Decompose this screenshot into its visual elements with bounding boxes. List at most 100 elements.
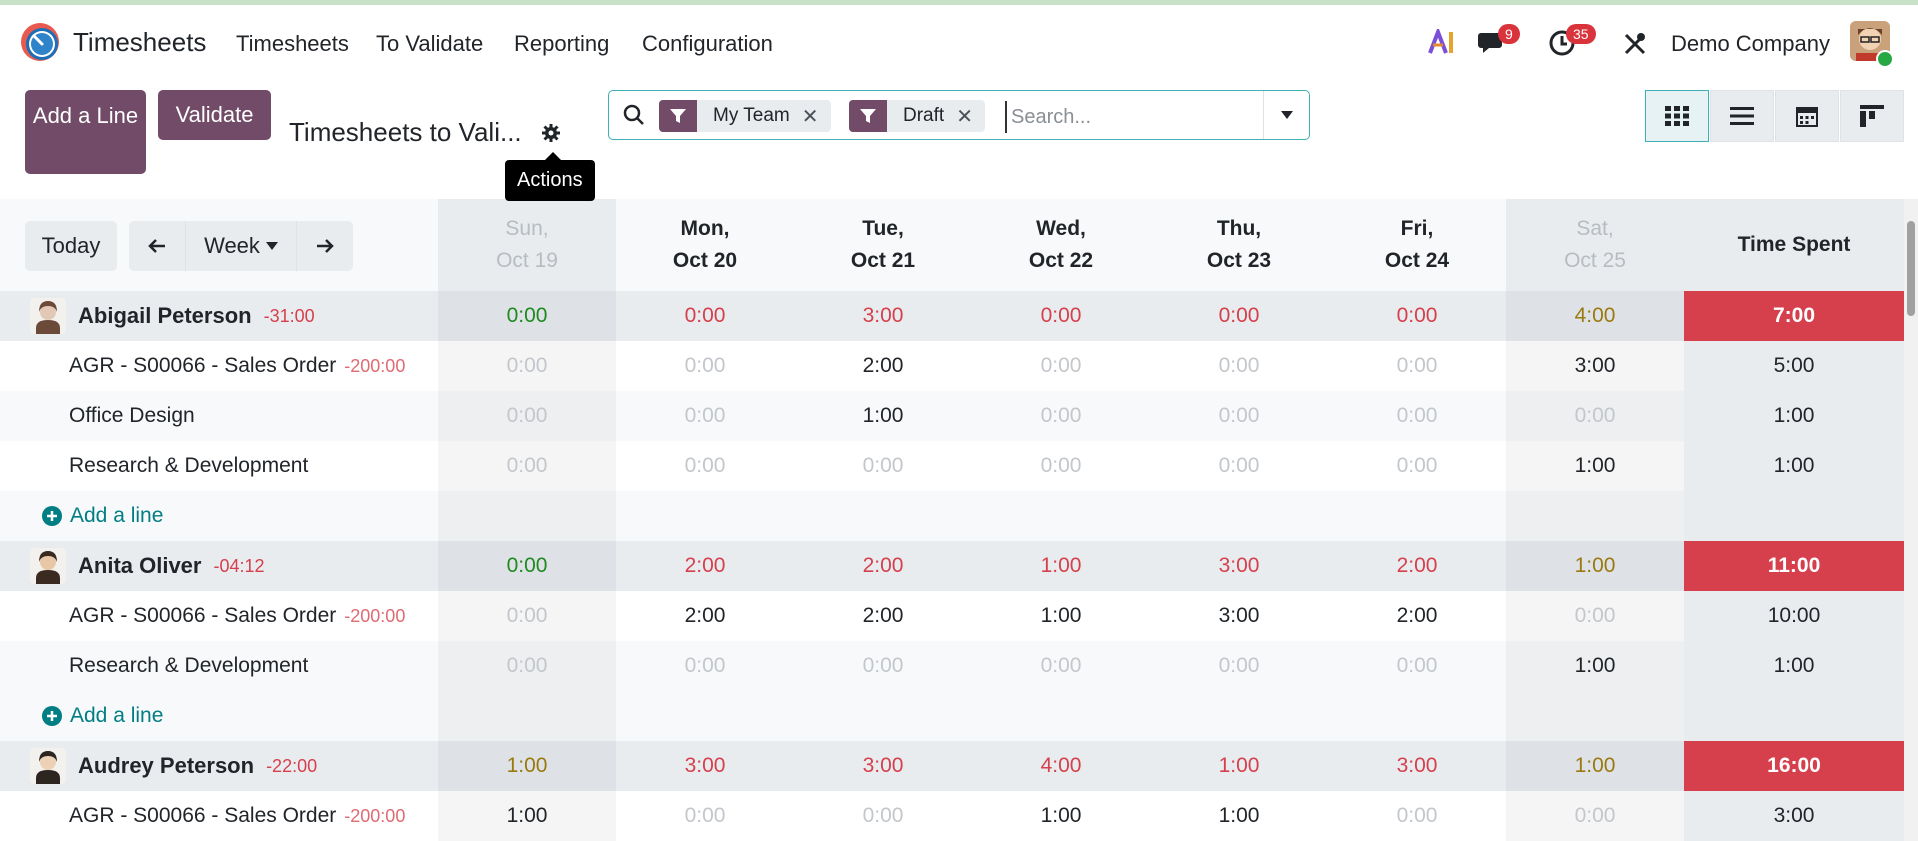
grid-cell[interactable]: 2:00 [616, 591, 794, 641]
grid-cell[interactable]: 0:00 [438, 591, 616, 641]
task-row[interactable]: Research & Development 0:00 0:00 0:00 0:00 0:… [0, 641, 1904, 691]
grid-cell[interactable]: 2:00 [1328, 541, 1506, 591]
grid-cell[interactable]: 1:00 [972, 541, 1150, 591]
grid-cell[interactable]: 0:00 [438, 441, 616, 491]
grid-cell[interactable]: 0:00 [438, 341, 616, 391]
grid-cell[interactable]: 3:00 [616, 741, 794, 791]
add-a-line-link[interactable]: Add a line [42, 504, 163, 528]
grid-cell[interactable]: 1:00 [438, 791, 616, 841]
search-input[interactable] [1005, 101, 1263, 133]
grid-cell[interactable]: 0:00 [616, 441, 794, 491]
grid-cell[interactable]: 0:00 [1150, 641, 1328, 691]
grid-cell[interactable]: 3:00 [1150, 541, 1328, 591]
task-row[interactable]: Office Design 0:00 0:00 1:00 0:00 0:00 0:00 0:0… [0, 391, 1904, 441]
task-row[interactable]: AGR - S00066 - Sales Order -200:00 0:00 0:0… [0, 341, 1904, 391]
grid-cell[interactable]: 0:00 [794, 641, 972, 691]
remove-facet-icon[interactable]: ✕ [956, 104, 985, 129]
menu-configuration[interactable]: Configuration [642, 31, 773, 57]
grid-cell[interactable]: 3:00 [1150, 591, 1328, 641]
tools-icon[interactable] [1622, 31, 1648, 57]
grid-cell[interactable]: 0:00 [1328, 791, 1506, 841]
grid-cell[interactable]: 0:00 [794, 441, 972, 491]
grid-cell[interactable]: 1:00 [1150, 741, 1328, 791]
grid-cell[interactable]: 1:00 [1506, 541, 1684, 591]
grid-cell[interactable]: 3:00 [794, 741, 972, 791]
gantt-view-button[interactable] [1840, 90, 1904, 142]
period-selector[interactable]: Week [185, 221, 297, 271]
app-title[interactable]: Timesheets [73, 27, 206, 58]
grid-cell[interactable]: 0:00 [616, 391, 794, 441]
company-switcher[interactable]: Demo Company [1671, 31, 1830, 57]
grid-cell[interactable]: 3:00 [1328, 741, 1506, 791]
timesheets-app-icon[interactable] [20, 22, 60, 62]
add-a-line-button[interactable]: Add a Line [25, 90, 146, 174]
grid-cell[interactable]: 0:00 [1150, 391, 1328, 441]
task-row[interactable]: Research & Development 0:00 0:00 0:00 0:00 0:… [0, 441, 1904, 491]
grid-cell[interactable]: 0:00 [1150, 341, 1328, 391]
employee-group-row[interactable]: Anita Oliver -04:12 0:00 2:00 2:00 1:00 3:00 2:… [0, 541, 1904, 591]
menu-reporting[interactable]: Reporting [514, 31, 609, 57]
grid-cell[interactable]: 1:00 [438, 741, 616, 791]
grid-cell[interactable]: 0:00 [972, 441, 1150, 491]
search-icon[interactable] [623, 104, 645, 126]
grid-cell[interactable]: 2:00 [616, 541, 794, 591]
grid-cell[interactable]: 0:00 [438, 391, 616, 441]
grid-cell[interactable]: 0:00 [794, 791, 972, 841]
grid-cell[interactable]: 0:00 [616, 791, 794, 841]
grid-cell[interactable]: 0:00 [972, 291, 1150, 341]
grid-cell[interactable]: 4:00 [972, 741, 1150, 791]
today-button[interactable]: Today [25, 221, 117, 271]
previous-arrow-icon[interactable] [129, 221, 185, 271]
grid-cell[interactable]: 0:00 [616, 291, 794, 341]
grid-cell[interactable]: 0:00 [1328, 641, 1506, 691]
grid-cell[interactable]: 3:00 [794, 291, 972, 341]
grid-cell[interactable]: 0:00 [1328, 391, 1506, 441]
grid-cell[interactable]: 2:00 [794, 341, 972, 391]
task-row[interactable]: AGR - S00066 - Sales Order -200:00 1:00 0:0… [0, 791, 1904, 841]
grid-cell[interactable]: 0:00 [1328, 341, 1506, 391]
grid-cell[interactable]: 0:00 [1506, 591, 1684, 641]
grid-view-button[interactable] [1645, 90, 1709, 142]
grid-cell[interactable]: 0:00 [1506, 391, 1684, 441]
grid-cell[interactable]: 1:00 [1506, 641, 1684, 691]
grid-cell[interactable]: 1:00 [1506, 741, 1684, 791]
grid-cell[interactable]: 0:00 [1150, 441, 1328, 491]
calendar-view-button[interactable] [1775, 90, 1839, 142]
scrollbar-thumb[interactable] [1907, 221, 1915, 316]
grid-cell[interactable]: 1:00 [794, 391, 972, 441]
grid-cell[interactable]: 2:00 [794, 541, 972, 591]
grid-cell[interactable]: 1:00 [972, 791, 1150, 841]
menu-timesheets[interactable]: Timesheets [236, 31, 349, 57]
employee-group-row[interactable]: Abigail Peterson -31:00 0:00 0:00 3:00 0:00 0:… [0, 291, 1904, 341]
vertical-scrollbar[interactable] [1904, 199, 1918, 841]
grid-cell[interactable]: 0:00 [972, 641, 1150, 691]
search-options-toggle[interactable] [1263, 91, 1309, 139]
grid-cell[interactable]: 0:00 [438, 291, 616, 341]
employee-group-row[interactable]: Audrey Peterson -22:00 1:00 3:00 3:00 4:00 1:0… [0, 741, 1904, 791]
grid-cell[interactable]: 0:00 [1506, 791, 1684, 841]
grid-cell[interactable]: 1:00 [972, 591, 1150, 641]
grid-cell[interactable]: 0:00 [1150, 291, 1328, 341]
grid-cell[interactable]: 1:00 [1506, 441, 1684, 491]
gear-icon[interactable] [541, 123, 561, 143]
grid-cell[interactable]: 0:00 [438, 641, 616, 691]
ai-icon[interactable] [1428, 29, 1456, 55]
grid-cell[interactable]: 2:00 [1328, 591, 1506, 641]
menu-to-validate[interactable]: To Validate [376, 31, 483, 57]
grid-cell[interactable]: 1:00 [1150, 791, 1328, 841]
grid-cell[interactable]: 0:00 [1328, 291, 1506, 341]
grid-cell[interactable]: 0:00 [1328, 441, 1506, 491]
remove-facet-icon[interactable]: ✕ [802, 104, 831, 129]
grid-cell[interactable]: 0:00 [972, 341, 1150, 391]
task-row[interactable]: AGR - S00066 - Sales Order -200:00 0:00 2:0… [0, 591, 1904, 641]
grid-cell[interactable]: 0:00 [438, 541, 616, 591]
grid-cell[interactable]: 0:00 [616, 641, 794, 691]
grid-cell[interactable]: 2:00 [794, 591, 972, 641]
grid-cell[interactable]: 0:00 [972, 391, 1150, 441]
grid-cell[interactable]: 0:00 [616, 341, 794, 391]
grid-cell[interactable]: 3:00 [1506, 341, 1684, 391]
add-a-line-link[interactable]: Add a line [42, 704, 163, 728]
list-view-button[interactable] [1710, 90, 1774, 142]
grid-cell[interactable]: 4:00 [1506, 291, 1684, 341]
next-arrow-icon[interactable] [297, 221, 353, 271]
